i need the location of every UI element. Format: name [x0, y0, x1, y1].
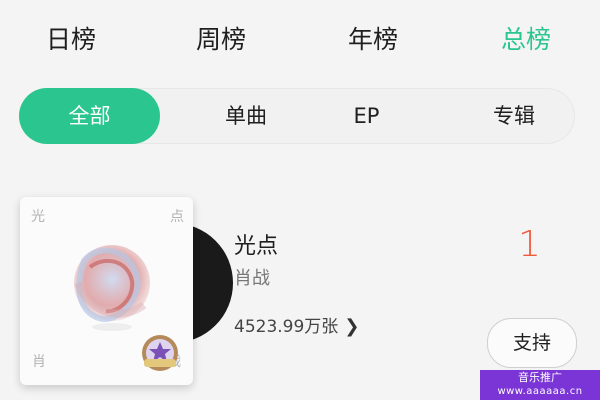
watermark-line2: www.aaaaaa.cn	[497, 386, 583, 397]
segment-ep[interactable]: EP	[339, 88, 394, 144]
tab-weekly[interactable]: 周榜	[196, 22, 246, 58]
chevron-right-icon: ❯	[344, 316, 360, 337]
tab-yearly[interactable]: 年榜	[348, 22, 398, 58]
sales-count: 4523.99万张	[234, 317, 339, 337]
tab-overall[interactable]: 总榜	[501, 22, 551, 58]
album-title[interactable]: 光点	[234, 228, 278, 260]
artist-name[interactable]: 肖战	[234, 264, 270, 290]
watermark: 音乐推广 www.aaaaaa.cn	[480, 370, 600, 400]
release-type-segmented-control: 全部 单曲 EP 专辑	[19, 88, 575, 144]
watermark-line1: 音乐推广	[518, 371, 562, 384]
badge-icon	[142, 335, 178, 371]
sales-count-link[interactable]: 4523.99万张 ❯	[234, 312, 359, 337]
cover-art: 光 点 肖 战	[20, 197, 193, 385]
segment-singles[interactable]: 单曲	[206, 88, 286, 144]
chart-period-tabs: 日榜 周榜 年榜 总榜	[0, 0, 600, 82]
tab-daily[interactable]: 日榜	[46, 22, 96, 58]
segment-all[interactable]: 全部	[19, 88, 160, 144]
rank-number: 1	[518, 224, 541, 265]
cover-illustration	[74, 245, 178, 371]
support-button[interactable]: 支持	[487, 318, 577, 368]
segment-albums[interactable]: 专辑	[479, 88, 549, 144]
